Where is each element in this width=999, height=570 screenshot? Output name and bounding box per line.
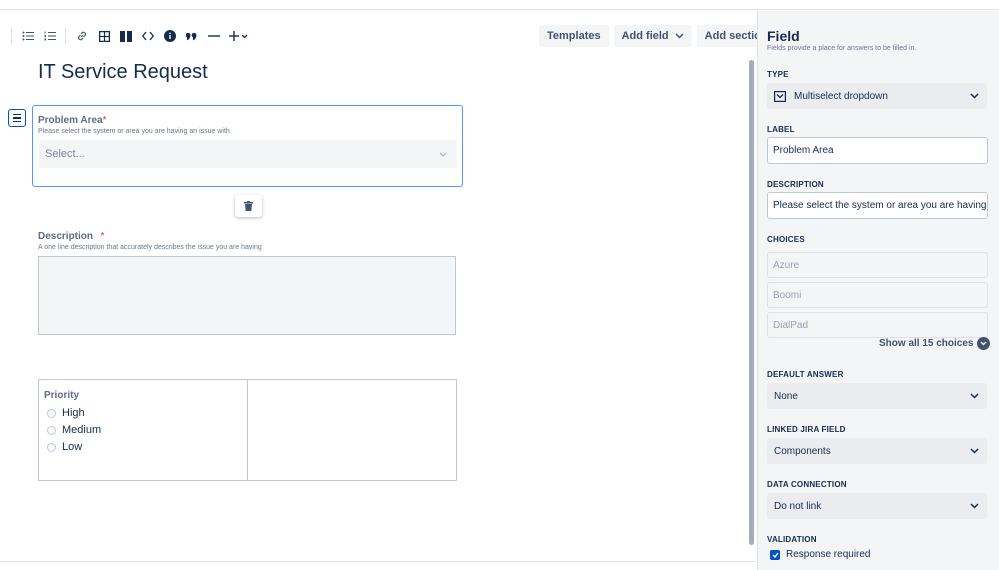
default-answer-value: None — [774, 390, 798, 402]
data-connection-value: Do not link — [774, 500, 822, 512]
radio-label: Medium — [62, 424, 102, 436]
field-config-panel: Field Fields provide a place for answers… — [757, 11, 999, 570]
link-icon[interactable] — [71, 25, 93, 47]
choice-input-1[interactable]: Azure — [767, 252, 988, 278]
radio-label: High — [62, 407, 85, 419]
default-answer-caption: DEFAULT ANSWER — [767, 370, 844, 379]
description-help: A one line description that accurately d… — [38, 244, 262, 251]
description-label: Description — [38, 231, 94, 242]
validation-caption: VALIDATION — [767, 535, 817, 544]
numbered-list-icon[interactable] — [39, 25, 61, 47]
info-icon[interactable] — [159, 25, 181, 47]
priority-option-high[interactable]: High — [47, 407, 85, 419]
scrollbar-thumb[interactable] — [749, 60, 754, 545]
toolbar-divider — [65, 28, 66, 44]
chevron-down-icon — [970, 448, 979, 454]
type-caption: TYPE — [767, 70, 789, 79]
data-connection-caption: DATA CONNECTION — [767, 480, 847, 489]
choice-input-3[interactable]: DialPad — [767, 312, 988, 338]
bulleted-list-icon[interactable] — [17, 25, 39, 47]
default-answer-select[interactable]: None — [767, 383, 987, 409]
insert-plus-icon[interactable] — [225, 25, 253, 47]
radio-icon — [47, 442, 56, 452]
two-column-section[interactable]: Priority High Medium Low — [38, 379, 457, 481]
templates-button[interactable]: Templates — [539, 25, 609, 47]
editor-toolbar — [8, 24, 253, 48]
add-field-label: Add field — [621, 30, 669, 42]
form-actions: Templates Add field Add section — [539, 25, 776, 47]
response-required-checkbox[interactable]: Response required — [770, 549, 871, 560]
chevron-down-icon — [970, 503, 979, 509]
radio-icon — [47, 408, 56, 418]
multiselect-icon — [774, 90, 786, 102]
drag-handle-icon[interactable] — [8, 109, 26, 127]
required-marker: * — [100, 231, 105, 242]
code-icon[interactable] — [137, 25, 159, 47]
linked-jira-select[interactable]: Components — [767, 438, 987, 464]
panel-title: Field — [767, 28, 800, 44]
description-input[interactable]: Please select the system or area you are… — [767, 192, 988, 219]
select-placeholder: Select... — [45, 148, 85, 160]
priority-label: Priority — [44, 390, 80, 401]
problem-area-help: Please select the system or area you are… — [38, 128, 230, 135]
chevron-down-circle-icon — [977, 337, 991, 350]
top-bar — [0, 0, 999, 10]
data-connection-select[interactable]: Do not link — [767, 493, 987, 519]
add-field-button[interactable]: Add field — [613, 25, 692, 47]
priority-option-low[interactable]: Low — [47, 441, 82, 453]
required-marker: * — [102, 115, 107, 126]
table-icon[interactable] — [93, 25, 115, 47]
description-label-row: Description * — [38, 226, 104, 244]
chevron-down-icon — [675, 33, 684, 39]
checkbox-checked-icon — [770, 549, 780, 560]
chevron-down-icon — [970, 93, 979, 99]
description-caption: DESCRIPTION — [767, 180, 824, 189]
radio-icon — [47, 425, 56, 435]
show-all-label: Show all 15 choices — [879, 338, 974, 349]
section-column-right[interactable] — [247, 380, 456, 480]
divider-icon[interactable] — [203, 25, 225, 47]
templates-label: Templates — [547, 30, 601, 42]
linked-jira-caption: LINKED JIRA FIELD — [767, 425, 846, 434]
response-required-label: Response required — [786, 549, 871, 560]
show-all-choices-link[interactable]: Show all 15 choices — [879, 337, 991, 350]
divider — [0, 561, 755, 562]
type-select[interactable]: Multiselect dropdown — [767, 83, 987, 109]
trash-icon — [244, 201, 253, 211]
delete-field-button[interactable] — [235, 195, 262, 217]
problem-area-label: Problem Area — [38, 115, 103, 126]
panel-subtitle: Fields provide a place for answers to be… — [767, 45, 917, 52]
quote-icon[interactable] — [181, 25, 203, 47]
priority-option-medium[interactable]: Medium — [47, 424, 101, 436]
problem-area-field[interactable]: Problem Area* Please select the system o… — [32, 105, 463, 187]
choice-input-2[interactable]: Boomi — [767, 282, 988, 308]
problem-area-select[interactable]: Select... — [39, 140, 457, 168]
label-input[interactable]: Problem Area — [767, 137, 988, 164]
label-caption: LABEL — [767, 125, 795, 134]
type-value: Multiselect dropdown — [794, 90, 888, 102]
choices-caption: CHOICES — [767, 235, 805, 244]
toolbar-divider — [11, 28, 12, 44]
radio-label: Low — [62, 441, 83, 453]
chevron-down-icon — [439, 152, 447, 157]
layout-icon[interactable] — [115, 25, 137, 47]
page-title: IT Service Request — [38, 61, 208, 83]
chevron-down-icon — [970, 393, 979, 399]
description-textarea[interactable] — [38, 256, 456, 335]
linked-jira-value: Components — [774, 445, 831, 457]
section-column-left[interactable]: Priority High Medium Low — [39, 380, 247, 480]
